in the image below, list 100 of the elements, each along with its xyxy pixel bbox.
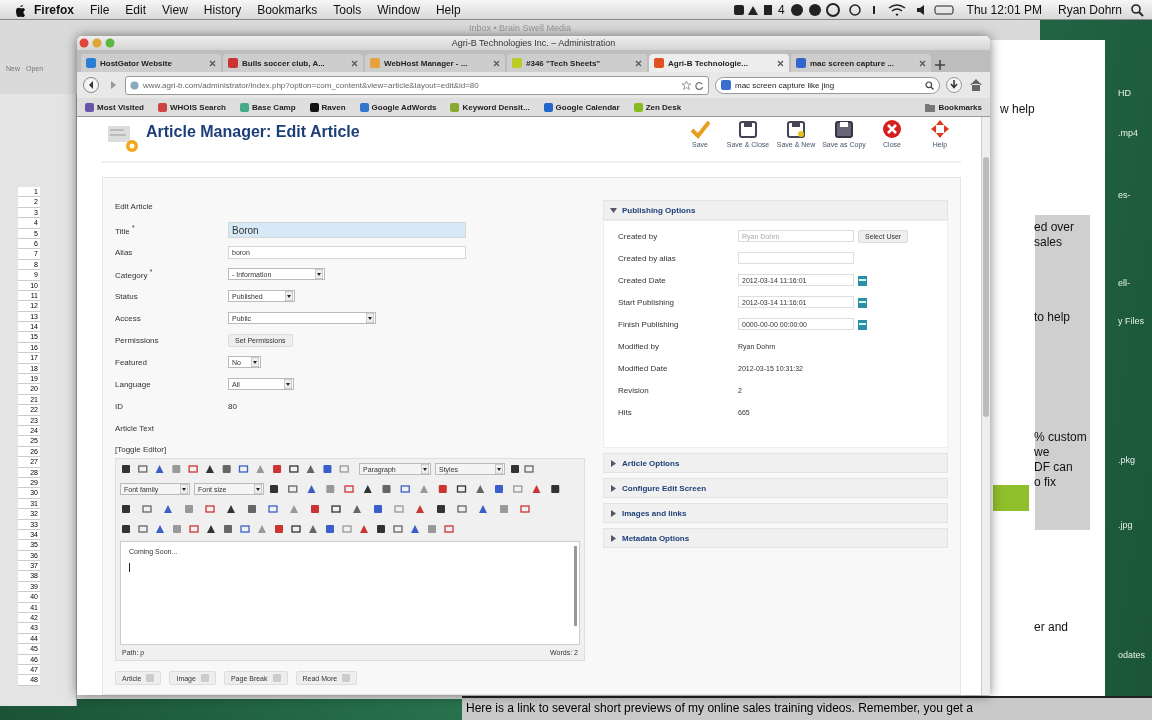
document-text: to help: [1034, 310, 1071, 324]
apple-icon: [14, 2, 26, 17]
browser-tab[interactable]: Bulls soccer club, A...: [223, 54, 363, 72]
menu-item[interactable]: Bookmarks: [249, 2, 326, 17]
app-menu[interactable]: Firefox: [26, 2, 82, 17]
page-title: Article Manager: Edit Article: [146, 123, 360, 141]
desktop-icon-label[interactable]: .mp4: [1118, 128, 1138, 138]
calendar-icon[interactable]: [858, 318, 867, 330]
document-text: o fix: [1034, 475, 1056, 489]
bookmark-link[interactable]: Google AdWords: [359, 102, 437, 112]
menu-item[interactable]: View: [154, 2, 196, 17]
close-icon[interactable]: [777, 59, 784, 67]
search-icon[interactable]: [1130, 2, 1144, 17]
text-field[interactable]: Boron: [228, 222, 466, 238]
document-text: er and: [1034, 620, 1069, 634]
user-name[interactable]: Ryan Dohrn: [1049, 2, 1130, 17]
desktop-icon-label[interactable]: es-: [1118, 190, 1131, 200]
home-icon[interactable]: [968, 77, 984, 93]
field-label: Created by: [618, 231, 659, 241]
bookmarks-menu[interactable]: Bookmarks: [925, 102, 982, 112]
panel-header[interactable]: Publishing Options: [603, 200, 948, 220]
dropdown-arrow-icon: [254, 484, 262, 494]
desktop-icon-label[interactable]: odates: [1118, 650, 1146, 660]
calendar-icon[interactable]: [858, 274, 867, 286]
search-field[interactable]: mac screen capture like jing: [715, 76, 940, 94]
field-label: Language: [115, 379, 152, 389]
menu-item[interactable]: History: [195, 2, 250, 17]
desktop-icon-label[interactable]: y Files: [1118, 316, 1144, 326]
new-tab-icon[interactable]: [933, 58, 947, 72]
collapsed-icon[interactable]: [610, 534, 617, 542]
browser-tab[interactable]: mac screen capture ...: [791, 54, 931, 72]
bookmark-icon: [450, 102, 460, 112]
field-label: Category $^{*}$: [115, 268, 154, 280]
folder-icon: [925, 102, 936, 112]
calendar-icon[interactable]: [858, 296, 867, 308]
close-icon[interactable]: [351, 59, 358, 67]
field-label: Access: [115, 313, 142, 323]
desktop-icon-label[interactable]: .jpg: [1118, 520, 1133, 530]
dropdown-arrow-icon: [366, 313, 374, 323]
article-icon: [106, 124, 140, 154]
toggle-editor-link[interactable]: [Toggle Editor]: [115, 445, 585, 454]
close-icon[interactable]: [635, 59, 642, 67]
favicon-icon: [796, 58, 806, 68]
collapsed-icon[interactable]: [610, 509, 617, 517]
browser-tab[interactable]: WebHost Manager - ...: [365, 54, 505, 72]
panel-header[interactable]: Metadata Options: [603, 528, 948, 548]
favicon-icon: [228, 58, 238, 68]
scrollbar[interactable]: [981, 117, 990, 695]
collapsed-icon[interactable]: [610, 459, 617, 467]
panel-header[interactable]: Article Options: [603, 453, 948, 473]
clock: Thu 12:01 PM: [965, 2, 1043, 17]
field-label: Article Text: [115, 423, 155, 433]
search-icon[interactable]: [925, 80, 934, 90]
field-label: Status: [115, 291, 139, 301]
bookmark-icon: [309, 102, 319, 112]
bookmark-link[interactable]: Google Calendar: [543, 102, 620, 112]
close-icon[interactable]: [919, 59, 926, 67]
text-field[interactable]: [738, 252, 854, 264]
star-icon[interactable]: [682, 80, 691, 90]
panel-header[interactable]: Configure Edit Screen: [603, 478, 948, 498]
close-icon[interactable]: [493, 59, 500, 67]
reload-icon[interactable]: [695, 80, 704, 90]
status-icons-drawing: [731, 2, 774, 17]
window-title: Agri-B Technologies Inc. – Administration: [450, 38, 617, 48]
menu-item[interactable]: Edit: [117, 2, 155, 17]
desktop-icon-label[interactable]: ell-: [1118, 278, 1130, 288]
collapsed-icon[interactable]: [610, 484, 617, 492]
bookmark-link[interactable]: Keyword Densit...: [450, 102, 530, 112]
browser-tab[interactable]: Agri-B Technologie...: [649, 54, 789, 72]
menu-item[interactable]: Tools: [325, 2, 370, 17]
close-icon[interactable]: [209, 59, 216, 67]
browser-tab[interactable]: #346 "Tech Sheets": [507, 54, 647, 72]
accent-block: [993, 485, 1029, 511]
bookmark-link[interactable]: Raven: [309, 102, 346, 112]
bookmark-link[interactable]: Base Camp: [240, 102, 296, 112]
favicon-icon: [512, 58, 522, 68]
section-legend: Edit Article: [115, 202, 585, 211]
browser-tab[interactable]: HostGator Website: [81, 54, 221, 72]
download-icon[interactable]: [946, 77, 962, 93]
field-label: Alias: [115, 247, 134, 257]
field-label: Title $^{*}$: [115, 224, 136, 236]
menu-item[interactable]: Help: [427, 2, 469, 17]
bookmark-link[interactable]: Zen Desk: [633, 102, 682, 112]
bookmark-icon: [543, 102, 553, 112]
desktop-icon-label[interactable]: HD: [1118, 88, 1131, 98]
menu-item[interactable]: Window: [369, 2, 428, 17]
expanded-icon[interactable]: [610, 206, 617, 214]
field-label: Featured: [115, 357, 149, 367]
document-text: sales: [1034, 235, 1062, 249]
document-text: ed over: [1034, 220, 1075, 234]
back-icon[interactable]: [83, 77, 101, 93]
menu-item[interactable]: File: [82, 2, 118, 17]
bookmark-link[interactable]: WHOIS Search: [158, 102, 226, 112]
field-value: 80: [228, 401, 238, 411]
panel-header[interactable]: Images and links: [603, 503, 948, 523]
document-text: w help: [1000, 102, 1035, 116]
bookmark-link[interactable]: Most Visited: [85, 102, 144, 112]
status-count: 4: [776, 2, 786, 17]
address-field[interactable]: www.agri-b.com/administrator/index.php?option=com_content&view=article&layout=edit&id=80: [125, 75, 709, 95]
desktop-icon-label[interactable]: .pkg: [1118, 455, 1135, 465]
